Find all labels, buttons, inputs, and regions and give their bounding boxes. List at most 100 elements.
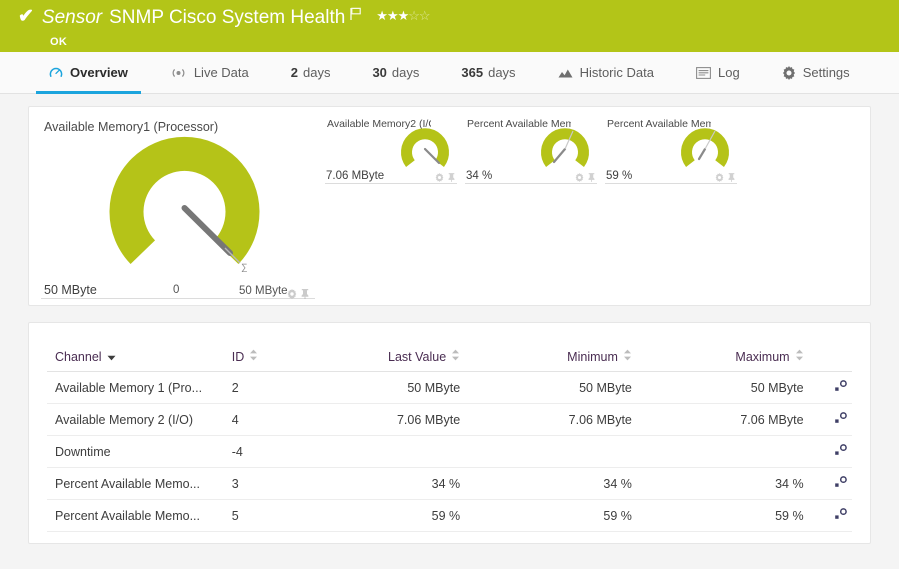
tab-30-days[interactable]: 30 days [351, 52, 440, 93]
secondary-gauge-3[interactable]: Percent Available Mem... 59 % [603, 115, 743, 305]
primary-gauge-max-label: 50 MByte [239, 285, 288, 297]
flag-icon[interactable] [350, 7, 362, 26]
secondary-gauge-value: 34 % [466, 170, 492, 182]
secondary-gauge-actions[interactable] [575, 169, 595, 187]
column-header-actions [812, 349, 852, 372]
settings-wrench-icon[interactable] [834, 412, 848, 427]
secondary-gauge-footer: 59 % [605, 167, 737, 184]
cell-channel: Available Memory 1 (Pro... [47, 372, 224, 404]
primary-gauge-dial: ∑ [107, 131, 262, 291]
column-header-id[interactable]: ID [224, 349, 297, 372]
column-header-maximum[interactable]: Maximum [640, 349, 812, 372]
sensor-header: ✔ Sensor SNMP Cisco System Health ★★★☆☆ … [0, 0, 899, 52]
table-row[interactable]: Percent Available Memo... 3 34 % 34 % 34… [47, 468, 852, 500]
sort-both-icon[interactable] [623, 349, 632, 364]
rating-stars[interactable]: ★★★☆☆ [376, 8, 429, 24]
sensor-kind-label: Sensor [42, 6, 102, 29]
chart-icon [558, 67, 573, 79]
secondary-gauge-actions[interactable] [435, 169, 455, 187]
column-label: Minimum [567, 350, 618, 364]
column-header-last-value[interactable]: Last Value [296, 349, 468, 372]
column-label: ID [232, 350, 245, 364]
sort-desc-icon[interactable] [107, 350, 116, 364]
tab-365-days[interactable]: 365 days [440, 52, 536, 93]
column-label: Channel [55, 350, 102, 364]
star-filled: ★ [398, 8, 409, 23]
secondary-gauge-actions[interactable] [715, 169, 735, 187]
tab-historic-data[interactable]: Historic Data [537, 52, 675, 93]
settings-wrench-icon[interactable] [834, 508, 848, 523]
cell-channel: Available Memory 2 (I/O) [47, 404, 224, 436]
svg-text:∑: ∑ [241, 262, 247, 272]
tab-settings[interactable]: Settings [761, 52, 871, 93]
gear-icon[interactable] [435, 169, 444, 187]
pin-icon[interactable] [728, 169, 735, 187]
gear-icon[interactable] [575, 169, 584, 187]
column-header-channel[interactable]: Channel [47, 349, 224, 372]
secondary-gauge-footer: 34 % [465, 167, 597, 184]
cell-last-value: 50 MByte [296, 372, 468, 404]
table-row[interactable]: Downtime -4 [47, 436, 852, 468]
sort-both-icon[interactable] [451, 349, 460, 364]
primary-gauge-min-label: 0 [173, 284, 179, 296]
signal-icon [170, 67, 187, 79]
page-title: SNMP Cisco System Health [109, 6, 345, 29]
cell-maximum: 7.06 MByte [640, 404, 812, 436]
gear-icon[interactable] [715, 169, 724, 187]
tab-overview[interactable]: Overview [28, 52, 149, 93]
cell-maximum: 50 MByte [640, 372, 812, 404]
sensor-title-row: ✔ Sensor SNMP Cisco System Health ★★★☆☆ [18, 6, 899, 32]
cell-minimum: 50 MByte [468, 372, 640, 404]
channel-table-panel: Channel ID [28, 322, 871, 544]
tab-label: Log [718, 65, 740, 80]
cell-actions[interactable] [812, 468, 852, 500]
settings-wrench-icon[interactable] [834, 380, 848, 395]
sort-both-icon[interactable] [795, 349, 804, 364]
cell-actions[interactable] [812, 372, 852, 404]
cell-actions[interactable] [812, 436, 852, 468]
star-empty: ☆ [419, 8, 430, 23]
sort-both-icon[interactable] [249, 349, 258, 364]
pin-icon[interactable] [448, 169, 455, 187]
gear-icon [782, 66, 796, 80]
cell-last-value: 7.06 MByte [296, 404, 468, 436]
star-filled: ★ [376, 8, 387, 23]
secondary-gauge-dial [399, 125, 451, 173]
tab-live-data[interactable]: Live Data [149, 52, 270, 93]
cell-channel: Percent Available Memo... [47, 500, 224, 532]
cell-actions[interactable] [812, 404, 852, 436]
gear-icon[interactable] [287, 286, 297, 304]
table-row[interactable]: Percent Available Memo... 5 59 % 59 % 59… [47, 500, 852, 532]
secondary-gauge-footer: 7.06 MByte [325, 167, 457, 184]
tab-log[interactable]: Log [675, 52, 761, 93]
tab-label: Settings [803, 65, 850, 80]
star-filled: ★ [387, 8, 398, 23]
pin-icon[interactable] [301, 286, 309, 304]
cell-minimum: 7.06 MByte [468, 404, 640, 436]
primary-gauge[interactable]: Available Memory1 (Processor) ∑ 50 MByte… [41, 117, 323, 305]
tab-days-count: 2 [291, 65, 298, 80]
star-empty: ☆ [408, 8, 419, 23]
settings-wrench-icon[interactable] [834, 476, 848, 491]
column-header-minimum[interactable]: Minimum [468, 349, 640, 372]
primary-gauge-value: 50 MByte [44, 283, 97, 297]
list-icon [696, 67, 711, 79]
cell-minimum: 59 % [468, 500, 640, 532]
secondary-gauge-2[interactable]: Percent Available Mem... 34 % [463, 115, 603, 305]
pin-icon[interactable] [588, 169, 595, 187]
secondary-gauge-value: 59 % [606, 170, 632, 182]
column-label: Maximum [735, 350, 789, 364]
cell-id: 4 [224, 404, 297, 436]
table-row[interactable]: Available Memory 2 (I/O) 4 7.06 MByte 7.… [47, 404, 852, 436]
cell-actions[interactable] [812, 500, 852, 532]
secondary-gauge-1[interactable]: Available Memory2 (I/O) 7.06 MByte [323, 115, 463, 305]
tab-2-days[interactable]: 2 days [270, 52, 352, 93]
cell-minimum [468, 436, 640, 468]
settings-wrench-icon[interactable] [834, 444, 848, 459]
channel-table: Channel ID [47, 349, 852, 532]
tab-label: days [392, 65, 419, 80]
secondary-gauge-dial [679, 125, 731, 173]
table-row[interactable]: Available Memory 1 (Pro... 2 50 MByte 50… [47, 372, 852, 404]
primary-gauge-actions[interactable] [287, 286, 309, 304]
secondary-gauge-value: 7.06 MByte [326, 170, 384, 182]
